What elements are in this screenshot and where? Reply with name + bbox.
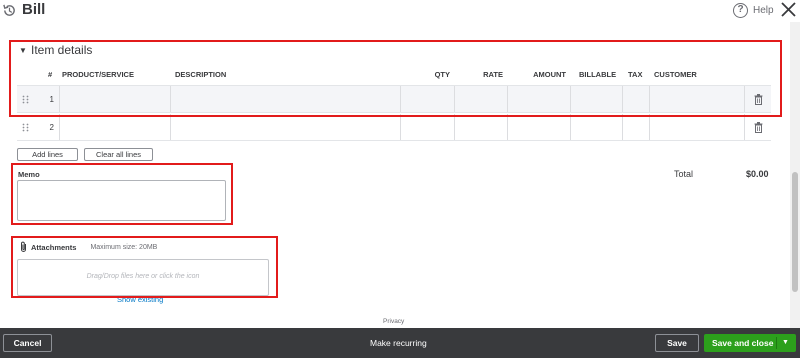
row-number: 2 [49,123,54,132]
page-title: Bill [22,1,46,18]
make-recurring-button[interactable]: Make recurring [370,338,427,348]
cell-divider [59,114,60,140]
footer-bar: Cancel Make recurring Save Save and clos… [0,328,800,358]
cell-divider [622,114,623,140]
total-label: Total [674,169,694,179]
save-and-close-label: Save and close [712,338,774,348]
highlight-memo [11,163,233,225]
caret-down-icon[interactable]: ▼ [782,334,789,352]
save-button[interactable]: Save [655,334,699,352]
cell-divider [744,114,745,140]
cell-divider [170,114,171,140]
cell-divider [454,114,455,140]
header-bar: Bill ? Help [0,0,800,22]
cell-divider [400,114,401,140]
cancel-button[interactable]: Cancel [3,334,52,352]
help-label: Help [753,5,774,16]
privacy-link[interactable]: Privacy [383,318,404,325]
split-divider [776,337,777,349]
total-value: $0.00 [746,169,769,179]
save-and-close-button[interactable]: Save and close ▼ [704,334,796,352]
help-icon: ? [733,3,748,18]
scrollbar-thumb[interactable] [792,172,798,292]
add-lines-button[interactable]: Add lines [17,148,78,161]
cell-divider [507,114,508,140]
cell-divider [570,114,571,140]
table-row[interactable]: 2 [17,114,771,141]
close-icon[interactable] [780,1,797,18]
clear-all-lines-button[interactable]: Clear all lines [84,148,153,161]
highlight-attachments [11,236,278,298]
help-button[interactable]: ? Help [733,3,774,18]
cell-divider [649,114,650,140]
highlight-item-details [9,40,782,117]
trash-icon[interactable] [754,122,763,133]
content-scrollbar[interactable] [790,22,800,328]
history-icon[interactable] [2,3,17,18]
drag-handle-icon[interactable] [22,123,29,132]
